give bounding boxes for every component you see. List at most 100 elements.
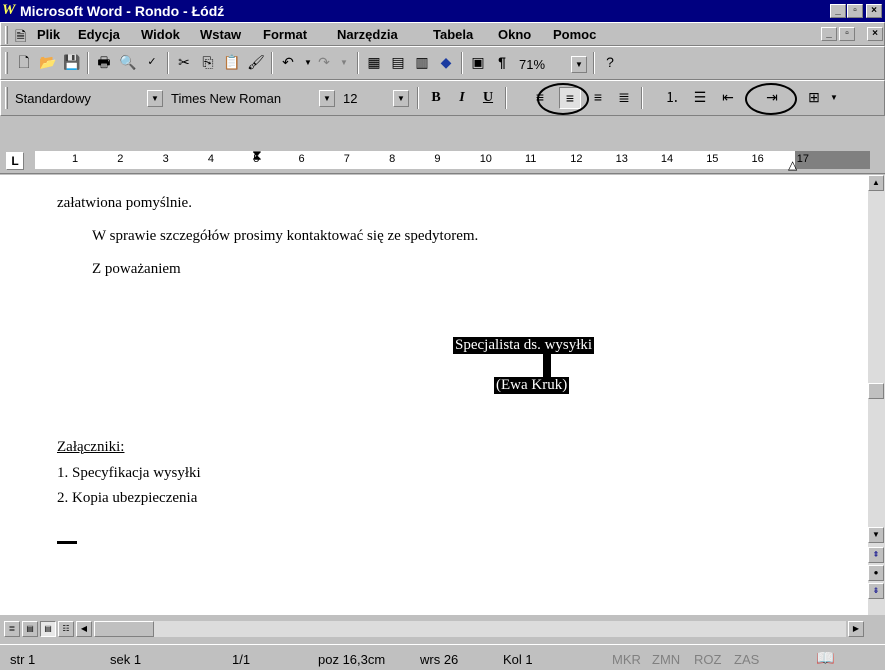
ruler[interactable]: L ⧗ △ 1 2 3 4 5 6 7 8 9 10 11 12 13 14 15 16 17	[0, 148, 885, 174]
paste-icon[interactable]: 📋	[221, 52, 243, 74]
scroll-thumb[interactable]	[868, 383, 884, 399]
document-page[interactable]: załatwiona pomyślnie. W sprawie szczegół…	[0, 175, 868, 615]
decrease-indent-icon[interactable]: ⇤	[717, 87, 739, 109]
style-select[interactable]: Standardowy	[15, 91, 91, 106]
select-browse-object-icon[interactable]: ●	[868, 565, 884, 581]
menubar-grip[interactable]	[5, 26, 8, 44]
save-icon[interactable]: 💾	[61, 52, 83, 74]
next-page-icon[interactable]: ⇟	[868, 583, 884, 599]
spelling-status-icon[interactable]: 📖	[816, 649, 835, 667]
borders-dropdown-icon[interactable]: ▼	[823, 87, 845, 109]
normal-view-icon[interactable]: ≣	[4, 621, 20, 637]
increase-indent-highlight-circle	[745, 83, 797, 115]
spelling-icon[interactable]: ✓	[141, 52, 163, 74]
selection-connector	[543, 354, 551, 378]
scroll-right-icon[interactable]: ▶	[848, 621, 864, 637]
font-dropdown-icon[interactable]: ▼	[319, 90, 335, 107]
separator	[271, 52, 273, 74]
ruler-number: 8	[389, 153, 396, 165]
menu-plik[interactable]: Plik	[37, 27, 60, 42]
insert-table-icon[interactable]: ▦	[363, 52, 385, 74]
previous-page-icon[interactable]: ⇞	[868, 547, 884, 563]
print-preview-icon[interactable]: 🔍	[117, 52, 139, 74]
close-button[interactable]: ×	[866, 4, 882, 18]
vertical-scrollbar[interactable]: ▲ ▼ ⇞ ● ⇟	[868, 175, 885, 615]
insert-excel-icon[interactable]: ▤	[387, 52, 409, 74]
redo-dropdown-icon[interactable]: ▼	[333, 52, 355, 74]
open-icon[interactable]: 📂	[37, 52, 59, 74]
justify-icon[interactable]: ≣	[613, 87, 635, 109]
status-bar: str 1 sek 1 1/1 poz 16,3cm wrs 26 Kol 1 …	[0, 644, 885, 670]
zoom-value[interactable]: 71%	[519, 57, 545, 72]
window-title: Microsoft Word - Rondo - Łódź	[20, 3, 225, 19]
status-page: str 1	[10, 652, 36, 667]
size-dropdown-icon[interactable]: ▼	[393, 90, 409, 107]
status-pages: 1/1	[232, 652, 251, 667]
columns-icon[interactable]: ▥	[411, 52, 433, 74]
new-icon[interactable]: 🗋	[13, 52, 35, 74]
web-layout-view-icon[interactable]: ▤	[22, 621, 38, 637]
title-bar[interactable]: W Microsoft Word - Rondo - Łódź _ ▫ ×	[0, 0, 885, 22]
status-column: Kol 1	[503, 652, 533, 667]
zoom-dropdown-icon[interactable]: ▼	[571, 56, 587, 73]
menu-widok[interactable]: Widok	[141, 27, 180, 42]
separator	[641, 87, 643, 109]
closing-line: Z poważaniem	[92, 261, 181, 277]
align-right-icon[interactable]: ≡	[587, 87, 609, 109]
status-position: poz 16,3cm	[318, 652, 386, 667]
doc-close-button[interactable]: ×	[867, 27, 883, 41]
doc-restore-button[interactable]: ▫	[839, 27, 855, 41]
format-painter-icon[interactable]: 🖌	[245, 52, 267, 74]
separator	[417, 87, 419, 109]
status-ext[interactable]: ROZ	[694, 652, 721, 667]
font-select[interactable]: Times New Roman	[171, 91, 281, 106]
menu-format[interactable]: Format	[263, 27, 307, 42]
separator	[593, 52, 595, 74]
borders-icon[interactable]: ⊞	[803, 87, 825, 109]
style-dropdown-icon[interactable]: ▼	[147, 90, 163, 107]
menu-pomoc[interactable]: Pomoc	[553, 27, 596, 42]
menu-okno[interactable]: Okno	[498, 27, 531, 42]
numbering-icon[interactable]: ⒈	[661, 87, 683, 109]
show-formatting-icon[interactable]: ¶	[491, 52, 513, 74]
scroll-down-icon[interactable]: ▼	[868, 527, 884, 543]
size-select[interactable]: 12	[343, 91, 357, 106]
status-ovr[interactable]: ZAS	[734, 652, 759, 667]
toolbar-grip[interactable]	[5, 52, 8, 74]
cut-icon[interactable]: ✂	[173, 52, 195, 74]
status-rec[interactable]: MKR	[612, 652, 641, 667]
separator	[167, 52, 169, 74]
h-scroll-track[interactable]	[154, 621, 846, 637]
menu-narzedzia[interactable]: Narzędzia	[337, 27, 398, 42]
bullets-icon[interactable]: ☰	[689, 87, 711, 109]
tab-selector[interactable]: L	[6, 152, 24, 170]
redo-icon[interactable]: ↷	[313, 52, 335, 74]
minimize-button[interactable]: _	[830, 4, 846, 18]
horizontal-scroll-row: ≣ ▤ ▤ ☷ ◀ ▶	[0, 615, 885, 644]
maximize-button[interactable]: ▫	[847, 4, 863, 18]
drawing-icon[interactable]: ◆	[435, 52, 457, 74]
doc-minimize-button[interactable]: _	[821, 27, 837, 41]
status-trk[interactable]: ZMN	[652, 652, 680, 667]
bold-button[interactable]: B	[425, 87, 447, 109]
print-layout-view-icon[interactable]: ▤	[40, 621, 56, 637]
menu-wstaw[interactable]: Wstaw	[200, 27, 241, 42]
copy-icon[interactable]: ⎘	[197, 52, 219, 74]
toolbar-grip[interactable]	[5, 87, 8, 109]
ruler-number: 5	[253, 153, 260, 165]
menu-edycja[interactable]: Edycja	[78, 27, 120, 42]
ruler-number: 4	[207, 153, 215, 165]
ruler-number: 15	[706, 153, 719, 165]
document-map-icon[interactable]: ▣	[467, 52, 489, 74]
menu-tabela[interactable]: Tabela	[433, 27, 473, 42]
undo-icon[interactable]: ↶	[277, 52, 299, 74]
italic-button[interactable]: I	[451, 87, 473, 109]
h-scroll-thumb[interactable]	[94, 621, 154, 637]
print-icon[interactable]: 🖶	[93, 52, 115, 74]
scroll-left-icon[interactable]: ◀	[76, 621, 92, 637]
scroll-up-icon[interactable]: ▲	[868, 175, 884, 191]
office-assistant-icon[interactable]: ?	[599, 52, 621, 74]
ruler-number: 10	[479, 153, 492, 165]
outline-view-icon[interactable]: ☷	[58, 621, 74, 637]
underline-button[interactable]: U	[477, 87, 499, 109]
